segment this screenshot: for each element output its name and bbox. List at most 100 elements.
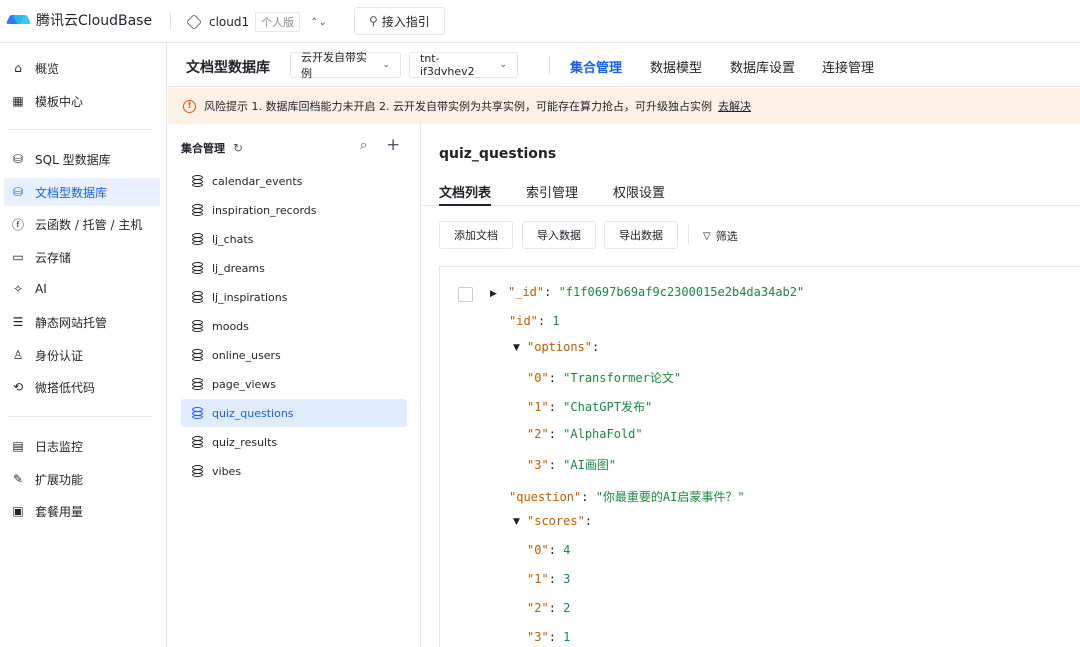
collection-item-label: lj_chats — [212, 232, 254, 246]
sidebar-item-ai[interactable]: ✧ AI — [4, 275, 160, 303]
collection-item[interactable]: lj_dreams — [181, 254, 407, 282]
sidebar-item-usage[interactable]: ▣ 套餐用量 — [4, 497, 160, 525]
filter-button[interactable]: ▽ 筛选 — [703, 228, 738, 244]
env-select-value: tnt-if3dvhev2 — [420, 52, 475, 78]
warning-icon: ! — [183, 99, 196, 113]
json-value: "AI画图" — [563, 458, 617, 472]
sidebar-item-doc-db[interactable]: ⛁ 文档型数据库 — [4, 178, 160, 206]
json-value: "你最重要的AI启蒙事件？" — [595, 490, 745, 504]
json-key: "id" — [509, 314, 538, 328]
json-value: "AlphaFold" — [563, 427, 643, 441]
sidebar-item-extensions[interactable]: ✎ 扩展功能 — [4, 465, 160, 493]
json-line: "question": "你最重要的AI启蒙事件？" — [509, 490, 745, 504]
sidebar-item-label: 微搭低代码 — [35, 380, 96, 395]
access-guide-button[interactable]: ⚲ 接入指引 — [354, 7, 445, 35]
add-collection-icon[interactable]: + — [386, 135, 400, 155]
alert-text: 风险提示 1. 数据库回档能力未开启 2. 云开发自带实例为共享实例，可能存在算… — [204, 100, 712, 113]
collection-item[interactable]: quiz_results — [181, 428, 407, 456]
env-select[interactable]: tnt-if3dvhev2 ⌄ — [409, 52, 518, 78]
env-switcher[interactable]: cloud1 个人版 ⌃⌄ — [186, 12, 327, 32]
sidebar-item-sql-db[interactable]: ⛁ SQL 型数据库 — [4, 145, 160, 173]
json-key: "3" — [527, 458, 549, 472]
refresh-icon[interactable]: ↻ — [233, 141, 243, 155]
collection-item[interactable]: lj_inspirations — [181, 283, 407, 311]
sidebar-item-label: 概览 — [35, 61, 60, 76]
collection-item-label: page_views — [212, 377, 277, 391]
database-icon — [192, 204, 203, 216]
tab-connections[interactable]: 连接管理 — [822, 57, 874, 76]
database-icon — [192, 233, 203, 245]
risk-alert-banner: ! 风险提示 1. 数据库回档能力未开启 2. 云开发自带实例为共享实例，可能存… — [168, 88, 1080, 124]
chevron-down-icon: ⌄ — [382, 60, 390, 70]
env-plan-badge: 个人版 — [255, 12, 301, 32]
website-icon: ☰ — [12, 315, 24, 329]
sidebar-item-lowcode[interactable]: ⟲ 微搭低代码 — [4, 373, 160, 401]
storage-icon: ▭ — [12, 250, 24, 264]
tab-document-list[interactable]: 文档列表 — [439, 182, 492, 206]
sidebar-item-label: 云存储 — [35, 250, 72, 265]
expand-caret-icon[interactable]: ▶ — [490, 289, 497, 299]
tab-index-management[interactable]: 索引管理 — [526, 182, 578, 201]
tab-permissions[interactable]: 权限设置 — [613, 182, 665, 201]
json-line: "0": "Transformer论文" — [527, 371, 682, 385]
json-key: "2" — [527, 427, 549, 441]
sidebar-item-auth[interactable]: ♙ 身份认证 — [4, 341, 160, 369]
sidebar-item-static-hosting[interactable]: ☰ 静态网站托管 — [4, 308, 160, 336]
collection-item-active[interactable]: quiz_questions — [181, 399, 407, 427]
instance-select[interactable]: 云开发自带实例 ⌄ — [290, 51, 401, 80]
collection-item[interactable]: calendar_events — [181, 167, 407, 195]
json-key: "1" — [527, 572, 549, 586]
json-value: "Transformer论文" — [563, 371, 682, 385]
json-line: "2": 2 — [527, 601, 571, 615]
json-line: "scores": — [527, 514, 593, 528]
tab-data-model[interactable]: 数据模型 — [650, 57, 702, 76]
sidebar-item-label: 云函数 / 托管 / 主机 — [35, 217, 143, 232]
json-key: "question" — [509, 490, 582, 504]
json-value: "f1f0697b69af9c2300015e2b4da34ab2" — [558, 285, 805, 299]
sidebar-item-logs[interactable]: ▤ 日志监控 — [4, 432, 160, 460]
ai-sparkle-icon: ✧ — [12, 282, 24, 296]
collection-item-label: calendar_events — [212, 174, 303, 188]
doc-db-icon: ⛁ — [12, 185, 24, 199]
json-value: 3 — [563, 572, 571, 586]
document-checkbox[interactable] — [458, 287, 473, 302]
collection-item[interactable]: online_users — [181, 341, 407, 369]
tab-collections[interactable]: 集合管理 — [570, 57, 622, 76]
collection-item-label: online_users — [212, 348, 281, 362]
json-key: "scores" — [527, 514, 585, 528]
collection-item-label: lj_dreams — [212, 261, 265, 275]
sidebar-item-storage[interactable]: ▭ 云存储 — [4, 243, 160, 271]
sidebar-item-label: 扩展功能 — [35, 472, 84, 487]
search-icon[interactable]: ⌕ — [360, 138, 367, 153]
collection-item-label: quiz_questions — [212, 406, 294, 420]
database-icon — [192, 175, 203, 187]
tab-db-settings[interactable]: 数据库设置 — [730, 57, 795, 76]
resolve-link[interactable]: 去解决 — [718, 98, 751, 114]
collection-panel-title: 集合管理 ↻ — [181, 140, 243, 156]
export-data-button[interactable]: 导出数据 — [604, 221, 678, 249]
top-bar: 腾讯云CloudBase cloud1 个人版 ⌃⌄ ⚲ 接入指引 — [0, 0, 1080, 43]
json-line: "1": "ChatGPT发布" — [527, 400, 653, 414]
collapse-caret-icon[interactable]: ▼ — [513, 517, 520, 527]
sidebar-item-label: 静态网站托管 — [35, 315, 108, 330]
add-document-button[interactable]: 添加文档 — [439, 221, 513, 249]
template-icon: ▦ — [12, 94, 24, 108]
import-data-button[interactable]: 导入数据 — [522, 221, 596, 249]
collection-item[interactable]: page_views — [181, 370, 407, 398]
funnel-icon: ▽ — [703, 230, 711, 242]
collection-item[interactable]: vibes — [181, 457, 407, 485]
sidebar-item-templates[interactable]: ▦ 模板中心 — [4, 87, 160, 115]
collection-item-label: quiz_results — [212, 435, 278, 449]
brand-name: 腾讯云CloudBase — [36, 13, 153, 29]
collection-item[interactable]: inspiration_records — [181, 196, 407, 224]
sidebar-item-functions[interactable]: ⓕ 云函数 / 托管 / 主机 — [4, 210, 160, 238]
collapse-caret-icon[interactable]: ▼ — [513, 343, 520, 353]
collection-item[interactable]: lj_chats — [181, 225, 407, 253]
collection-item[interactable]: moods — [181, 312, 407, 340]
json-line: "1": 3 — [527, 572, 571, 586]
sidebar-item-overview[interactable]: ⌂ 概览 — [4, 54, 160, 82]
brand-logo[interactable]: 腾讯云CloudBase — [5, 10, 153, 30]
sidebar-item-label: 日志监控 — [35, 439, 84, 454]
page-header: 文档型数据库 云开发自带实例 ⌄ tnt-if3dvhev2 ⌄ 集合管理 数据模型… — [168, 43, 1080, 87]
json-line: "3": 1 — [527, 630, 571, 644]
